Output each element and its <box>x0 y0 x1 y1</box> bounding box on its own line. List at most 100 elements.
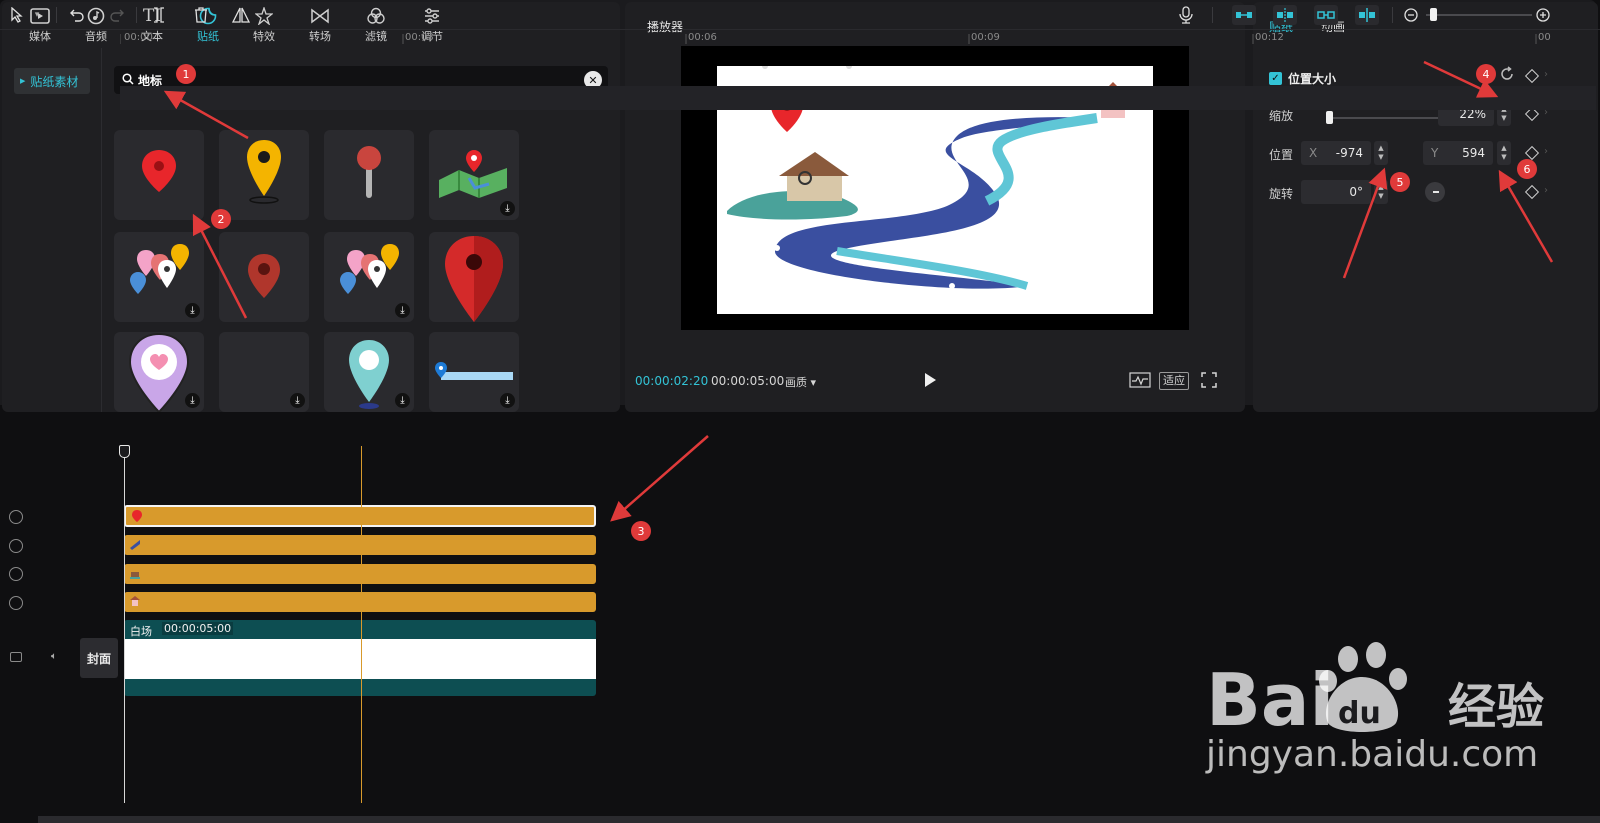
push-pin-icon <box>357 146 381 198</box>
sticker-library-panel: 媒体 音频 TI 文本 贴纸 特效 转场 滤镜 调节 ▶ 贴纸素材 地标 ✕ ⤓… <box>2 2 620 412</box>
rotation-stepper[interactable]: ▲ ▼ <box>1374 180 1388 204</box>
cover-button[interactable]: 封面 <box>80 638 118 678</box>
keyframe-icon[interactable] <box>1524 145 1540 161</box>
sticker-track-icon <box>9 510 23 524</box>
section-title: 位置大小 <box>1288 72 1337 86</box>
download-icon[interactable]: ⤓ <box>185 393 200 408</box>
sticker-yellow-map-pin[interactable] <box>219 130 309 220</box>
snap-icon <box>1277 8 1293 22</box>
download-icon[interactable]: ⤓ <box>395 393 410 408</box>
position-y-stepper[interactable]: ▲ ▼ <box>1497 141 1511 165</box>
annotation-badge: 3 <box>631 521 651 541</box>
main-track-magnet-button[interactable] <box>1232 5 1256 25</box>
toolbar-divider <box>1212 7 1213 23</box>
speaker-icon[interactable]: 🔈︎ <box>51 651 57 662</box>
main-video-clip[interactable]: 白场 00:00:05:00 <box>124 620 596 696</box>
chevron-right-icon: › <box>1544 185 1548 196</box>
sticker-empty[interactable]: ⤓ <box>219 332 309 412</box>
chevron-down-icon[interactable]: ▾ <box>30 6 44 24</box>
sticker-clip[interactable] <box>124 592 596 612</box>
redo-button[interactable] <box>108 6 126 24</box>
fullscreen-button[interactable] <box>1201 372 1217 390</box>
baidu-logo: Bai du 经验 <box>1206 642 1544 742</box>
ruler-ticks <box>120 34 1537 44</box>
zoom-out-button[interactable] <box>1402 6 1420 24</box>
position-size-checkbox[interactable]: ✓ <box>1269 72 1282 85</box>
keyframe-icon[interactable] <box>1524 68 1540 84</box>
undo-button[interactable] <box>68 6 86 24</box>
sticker-large-red-pin[interactable] <box>429 232 519 322</box>
link-icon <box>1236 12 1252 18</box>
clip-name: 白场 <box>130 625 152 638</box>
toolbar-divider <box>56 7 57 23</box>
preview-axis-button[interactable] <box>1355 5 1379 25</box>
download-icon[interactable]: ⤓ <box>290 393 305 408</box>
waveform-button[interactable] <box>1129 372 1151 390</box>
sticker-blue-pin-route[interactable]: ⤓ <box>429 332 519 412</box>
rotation-value: 0° <box>1349 185 1363 199</box>
sticker-map-with-pin[interactable]: ⤓ <box>429 130 519 220</box>
play-button[interactable] <box>923 372 939 390</box>
caret-down-icon: ▾ <box>810 376 817 389</box>
video-track-icon <box>10 652 22 662</box>
sticker-red-map-pin[interactable] <box>114 130 204 220</box>
sticker-dark-red-pin[interactable] <box>219 232 309 322</box>
record-audio-button[interactable] <box>1177 6 1195 24</box>
zoom-slider[interactable] <box>1426 14 1532 16</box>
map-pin-icon <box>445 236 503 322</box>
zoom-in-button[interactable] <box>1534 6 1552 24</box>
sticker-teal-pin[interactable]: ⤓ <box>324 332 414 412</box>
sticker-clip[interactable] <box>124 535 596 555</box>
baidu-watermark: Bai du 经验 jingyan.baidu.com <box>1186 637 1596 787</box>
arrow-to-clip <box>610 435 709 522</box>
position-y-input[interactable]: Y 594 <box>1423 141 1493 165</box>
sticker-heart-pin[interactable]: ⤓ <box>114 332 204 412</box>
redo-icon <box>110 9 124 22</box>
sticker-clip-map-pin[interactable] <box>124 505 596 527</box>
sticker-side-nav: ▶ 贴纸素材 <box>2 48 102 412</box>
sticker-push-pin[interactable] <box>324 130 414 220</box>
horizontal-scrollbar[interactable] <box>38 816 1600 823</box>
time-ruler[interactable]: 00:00 00:03 00:06 00:09 00:12 00 <box>120 30 1596 50</box>
rotation-dial[interactable] <box>1425 182 1445 202</box>
quality-dropdown[interactable]: 画质 ▾ <box>785 374 816 390</box>
svg-text:Bai: Bai <box>1206 658 1334 737</box>
keyframe-icon[interactable] <box>1524 184 1540 200</box>
auto-snap-button[interactable] <box>1273 5 1297 25</box>
side-item-sticker-assets[interactable]: ▶ 贴纸素材 <box>14 68 90 94</box>
download-icon[interactable]: ⤓ <box>185 303 200 318</box>
y-value: 594 <box>1462 146 1485 160</box>
split-icon <box>154 7 164 23</box>
sticker-track-icon <box>9 539 23 553</box>
select-tool-button[interactable] <box>8 6 26 24</box>
sticker-track-icon <box>9 596 23 610</box>
linkage-button[interactable] <box>1314 5 1338 25</box>
clip-header: 白场 00:00:05:00 <box>124 620 596 639</box>
download-icon[interactable]: ⤓ <box>500 201 515 216</box>
playhead-handle[interactable] <box>119 445 130 458</box>
play-icon <box>925 373 936 387</box>
playhead-line[interactable] <box>124 448 125 803</box>
download-icon[interactable]: ⤓ <box>500 393 515 408</box>
sticker-colorful-pins-cluster-2[interactable]: ⤓ <box>324 232 414 322</box>
sticker-colorful-pins-cluster[interactable]: ⤓ <box>114 232 204 322</box>
position-x-stepper[interactable]: ▲ ▼ <box>1374 141 1388 165</box>
download-icon[interactable]: ⤓ <box>395 303 410 318</box>
rotation-input[interactable]: 0° <box>1301 180 1371 204</box>
position-x-input[interactable]: X -974 <box>1301 141 1371 165</box>
reset-button[interactable] <box>1499 66 1515 85</box>
zoom-slider-knob[interactable] <box>1430 8 1437 21</box>
waveform-icon <box>1129 372 1151 388</box>
delete-button[interactable] <box>192 6 210 24</box>
scale-slider-knob[interactable] <box>1326 111 1333 124</box>
x-value: -974 <box>1335 146 1363 160</box>
split-button[interactable] <box>150 6 168 24</box>
reset-icon <box>1501 66 1513 80</box>
mirror-button[interactable] <box>232 6 250 24</box>
fit-button[interactable]: 适应 <box>1159 372 1189 390</box>
sticker-clip[interactable] <box>124 564 596 584</box>
scale-slider[interactable] <box>1329 117 1451 119</box>
position-label: 位置 <box>1269 148 1294 162</box>
sticker-track-icon <box>9 567 23 581</box>
current-time: 00:00:02:20 <box>635 374 709 388</box>
